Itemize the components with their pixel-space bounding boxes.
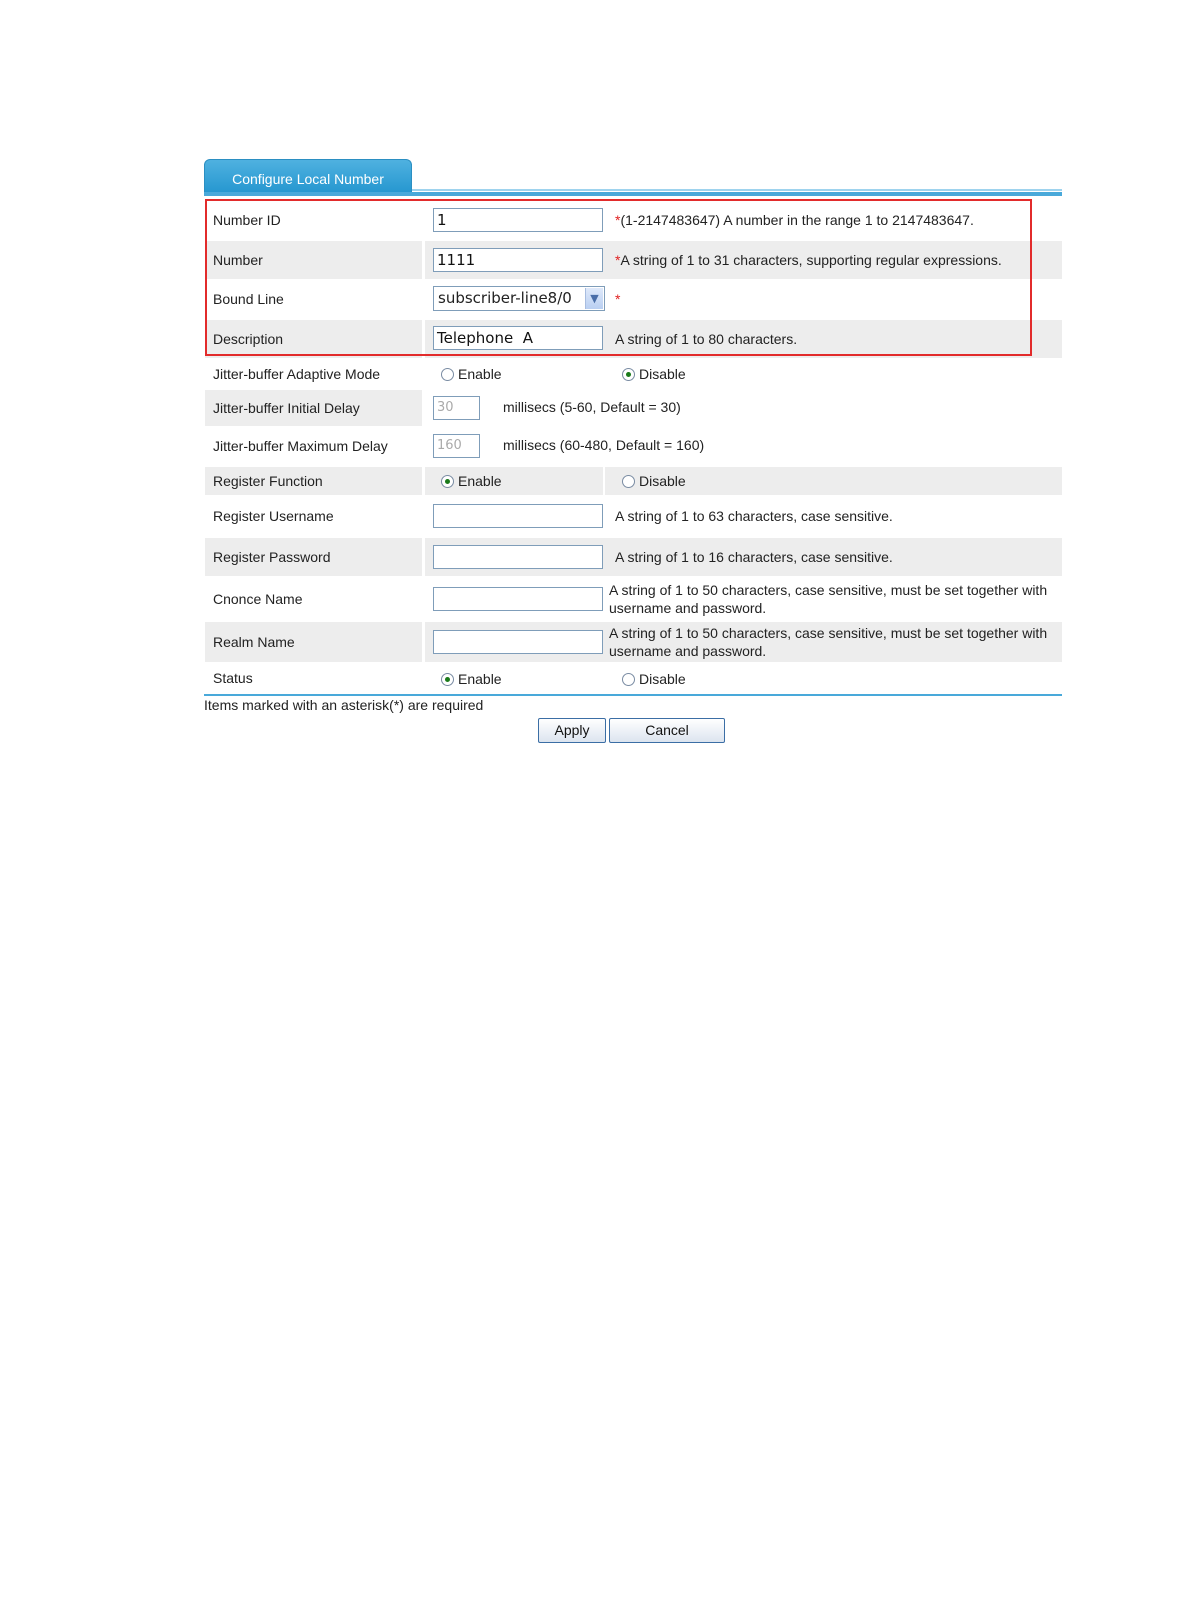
row-jitter-initial: Jitter-buffer Initial Delay 30 millisecs… — [205, 390, 1062, 426]
jitter-initial-label: Jitter-buffer Initial Delay — [205, 390, 422, 426]
register-password-hint: A string of 1 to 16 characters, case sen… — [605, 538, 1062, 576]
row-realm-name: Realm Name A string of 1 to 50 character… — [205, 622, 1062, 662]
jitter-max-hint: millisecs (60-480, Default = 160) — [503, 437, 705, 453]
register-username-hint: A string of 1 to 63 characters, case sen… — [615, 508, 893, 524]
description-label: Description — [205, 320, 422, 358]
tab-divider — [412, 189, 1062, 191]
radio-icon — [622, 672, 635, 686]
jitter-initial-input[interactable]: 30 — [433, 396, 480, 420]
row-register-password: Register Password A string of 1 to 16 ch… — [205, 538, 1062, 576]
register-username-input[interactable] — [433, 504, 603, 528]
row-register-username: Register Username A string of 1 to 63 ch… — [205, 496, 1062, 536]
form-bottom-line — [204, 694, 1062, 696]
realm-name-label: Realm Name — [205, 622, 422, 662]
required-note: Items marked with an asterisk(*) are req… — [204, 697, 484, 713]
cnonce-name-hint: A string of 1 to 50 characters, case sen… — [609, 582, 1048, 616]
radio-selected-icon — [622, 367, 635, 381]
row-number: Number 1111 * A string of 1 to 31 charact… — [205, 241, 1062, 279]
radio-icon — [622, 474, 635, 488]
number-hint: * A string of 1 to 31 characters, support… — [605, 241, 1062, 279]
bound-line-hint: * — [615, 291, 621, 307]
jitter-max-label: Jitter-buffer Maximum Delay — [213, 438, 388, 454]
row-status: Status Enable Disable — [205, 663, 1062, 693]
row-jitter-mode: Jitter-buffer Adaptive Mode Enable Disab… — [205, 358, 1062, 390]
description-input[interactable]: Telephone A — [433, 326, 603, 350]
register-function-disable-radio[interactable]: Disable — [622, 473, 686, 489]
realm-name-hint: A string of 1 to 50 characters, case sen… — [605, 622, 1062, 662]
register-password-label: Register Password — [205, 538, 422, 576]
chevron-down-icon[interactable]: ▼ — [585, 288, 603, 309]
register-password-input[interactable] — [433, 545, 603, 569]
bound-line-label: Bound Line — [213, 291, 284, 307]
jitter-max-input[interactable]: 160 — [433, 434, 480, 458]
row-cnonce-name: Cnonce Name A string of 1 to 50 characte… — [205, 578, 1062, 620]
number-id-label: Number ID — [213, 212, 281, 228]
register-username-label: Register Username — [213, 508, 334, 524]
tab-underline — [204, 192, 1062, 196]
tab-configure-local-number[interactable]: Configure Local Number — [204, 159, 412, 194]
row-register-function: Register Function Enable Disable — [205, 467, 1062, 495]
number-id-input[interactable]: 1 — [433, 208, 603, 232]
jitter-mode-label: Jitter-buffer Adaptive Mode — [213, 366, 381, 382]
jitter-initial-hint: millisecs (5-60, Default = 30) — [503, 399, 681, 415]
jitter-mode-disable-radio[interactable]: Disable — [622, 366, 686, 382]
bound-line-select[interactable]: subscriber-line8/0 ▼ — [433, 286, 605, 311]
jitter-mode-enable-radio[interactable]: Enable — [441, 366, 502, 382]
number-label: Number — [205, 241, 422, 279]
row-description: Description Telephone A A string of 1 to… — [205, 320, 1062, 358]
register-function-enable-radio[interactable]: Enable — [441, 473, 502, 489]
row-number-id: Number ID 1 * (1-2147483647) A number in … — [205, 201, 1062, 239]
radio-selected-icon — [441, 474, 454, 488]
bound-line-value: subscriber-line8/0 — [438, 289, 572, 307]
status-label: Status — [213, 670, 253, 686]
cnonce-name-label: Cnonce Name — [213, 591, 303, 607]
status-enable-radio[interactable]: Enable — [441, 671, 502, 687]
status-disable-radio[interactable]: Disable — [622, 671, 686, 687]
radio-icon — [441, 367, 454, 381]
description-hint: A string of 1 to 80 characters. — [605, 320, 1062, 358]
register-function-label: Register Function — [205, 467, 422, 495]
row-bound-line: Bound Line subscriber-line8/0 ▼ * — [205, 279, 1062, 319]
cancel-button[interactable]: Cancel — [609, 718, 725, 743]
row-jitter-max: Jitter-buffer Maximum Delay 160 millisec… — [205, 428, 1062, 464]
realm-name-input[interactable] — [433, 630, 603, 654]
cnonce-name-input[interactable] — [433, 587, 603, 611]
number-id-hint: * (1-2147483647) A number in the range 1 … — [615, 212, 974, 228]
number-input[interactable]: 1111 — [433, 248, 603, 272]
apply-button[interactable]: Apply — [538, 718, 606, 743]
radio-selected-icon — [441, 672, 454, 686]
